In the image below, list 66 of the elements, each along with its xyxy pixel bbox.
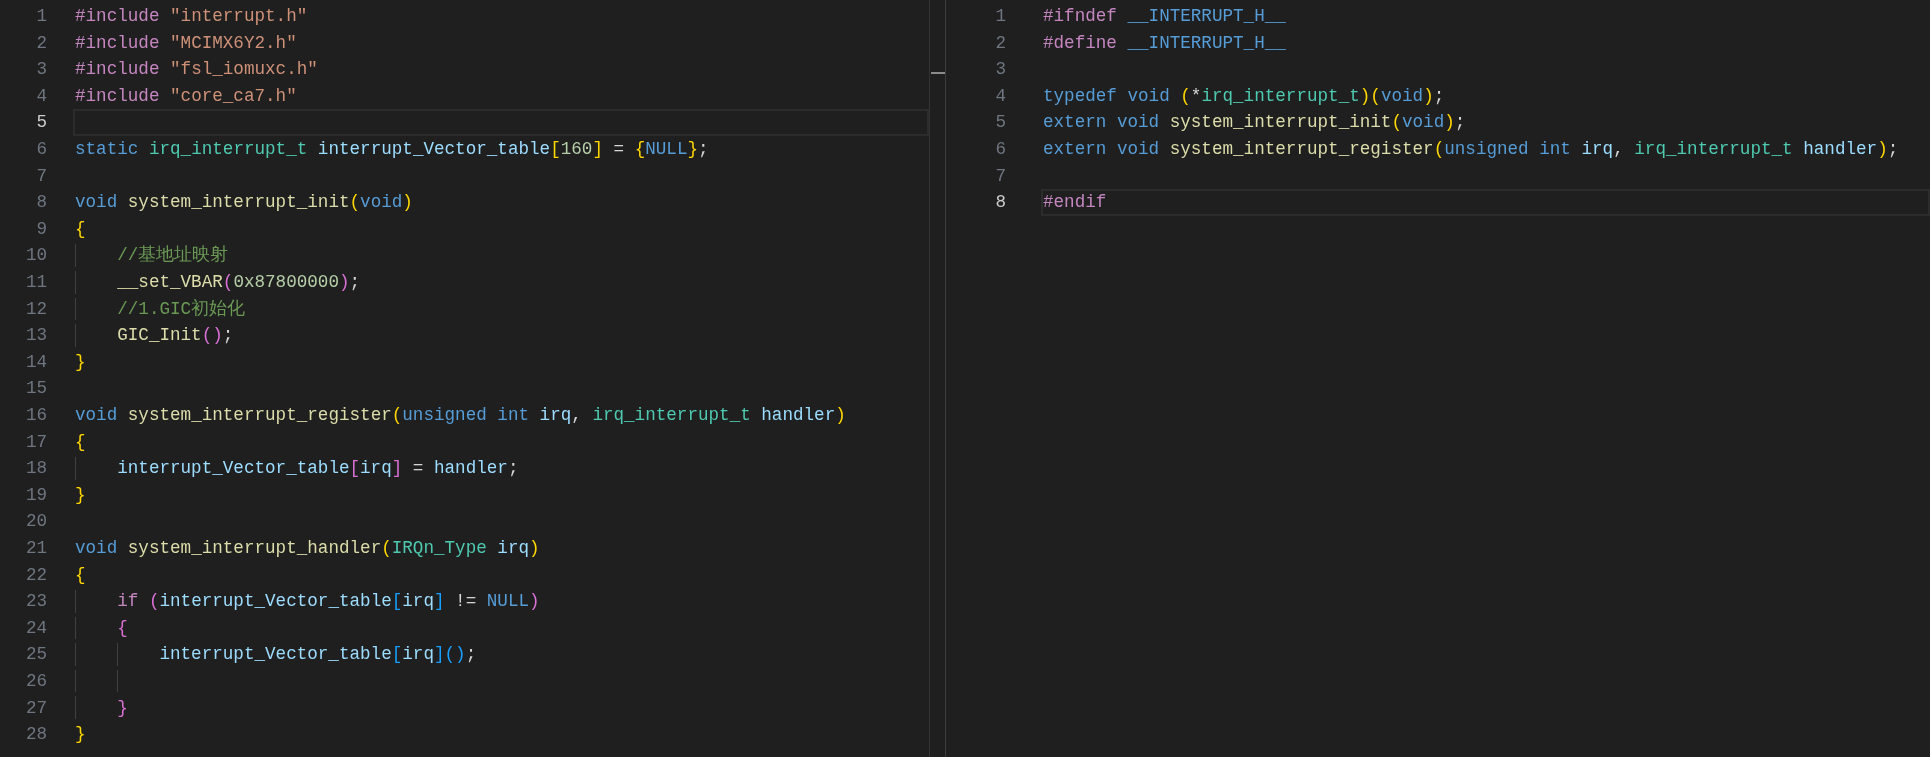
code-line: #define __INTERRUPT_H__ <box>1043 31 1286 55</box>
line-number: 11 <box>24 271 47 295</box>
line-number: 16 <box>24 404 47 427</box>
line-number: 24 <box>24 616 47 640</box>
line-number: 13 <box>24 324 47 348</box>
line-number: 15 <box>24 377 47 401</box>
line-number: 10 <box>24 244 47 268</box>
code-line: __set_VBAR(0x87800000); <box>117 271 361 295</box>
line-number: 6 <box>994 138 1006 162</box>
line-number: 6 <box>35 138 47 162</box>
line-number: 12 <box>24 297 47 321</box>
line-number: 25 <box>24 643 47 667</box>
code-line: extern void system_interrupt_register(unsigned int irq, irq_interrupt_t handler); <box>1043 138 1899 162</box>
line-number: 28 <box>24 723 47 747</box>
line-number: 7 <box>994 164 1006 188</box>
line-number: 3 <box>994 58 1006 82</box>
line-number: 8 <box>994 191 1006 215</box>
code-line: void system_interrupt_handler(IRQn_Type irq) <box>75 537 540 560</box>
line-number: 23 <box>24 590 47 614</box>
cursor-marker <box>931 72 945 74</box>
line-number: 3 <box>35 58 47 82</box>
code-line: //基地址映射 <box>117 244 229 268</box>
line-number: 17 <box>24 430 47 454</box>
line-number: 1 <box>994 5 1006 29</box>
code-line: //1.GIC初始化 <box>117 297 246 321</box>
line-number: 1 <box>35 5 47 29</box>
line-number: 5 <box>35 111 47 135</box>
code-line: { <box>75 430 86 454</box>
code-line: void system_interrupt_register(unsigned int irq, irq_interrupt_t handler) <box>75 404 846 427</box>
code-line: typedef void (*irq_interrupt_t)(void); <box>1043 84 1445 108</box>
code-line: } <box>117 696 128 720</box>
line-number: 27 <box>24 696 47 720</box>
code-line: #endif <box>1043 191 1107 215</box>
code-line: GIC_Init(); <box>117 324 234 348</box>
code-line: if (interrupt_Vector_table[irq] != NULL) <box>117 590 540 614</box>
code-line: extern void system_interrupt_init(void); <box>1043 111 1466 135</box>
code-line: { <box>117 616 128 640</box>
code-line: #include "core_ca7.h" <box>75 84 297 108</box>
line-number: 14 <box>24 350 47 374</box>
code-line: static irq_interrupt_t interrupt_Vector_table[160] = {NULL}; <box>75 138 709 162</box>
line-number: 4 <box>994 84 1006 108</box>
code-line: } <box>75 483 86 507</box>
line-number: 26 <box>24 669 47 693</box>
line-number: 2 <box>994 31 1006 55</box>
line-number: 4 <box>35 84 47 108</box>
line-number: 2 <box>35 31 47 55</box>
line-number: 20 <box>24 510 47 534</box>
code-line: interrupt_Vector_table[irq] = handler; <box>117 457 519 481</box>
code-line: { <box>75 563 86 587</box>
line-number: 9 <box>35 217 47 241</box>
line-number: 18 <box>24 457 47 481</box>
line-number: 22 <box>24 563 47 587</box>
code-line: #ifndef __INTERRUPT_H__ <box>1043 5 1286 29</box>
code-line: #include "MCIMX6Y2.h" <box>75 31 297 55</box>
code-line: interrupt_Vector_table[irq](); <box>159 643 477 667</box>
code-line: } <box>75 350 86 374</box>
code-line: void system_interrupt_init(void) <box>75 191 413 215</box>
code-line: } <box>75 723 86 747</box>
code-line: { <box>75 217 86 241</box>
line-number: 8 <box>35 191 47 215</box>
code-line: #include "fsl_iomuxc.h" <box>75 58 318 82</box>
code-line: #include "interrupt.h" <box>75 5 308 29</box>
line-number: 21 <box>24 536 47 560</box>
line-number: 19 <box>24 483 47 507</box>
line-number: 7 <box>35 164 47 188</box>
line-number: 5 <box>994 111 1006 135</box>
